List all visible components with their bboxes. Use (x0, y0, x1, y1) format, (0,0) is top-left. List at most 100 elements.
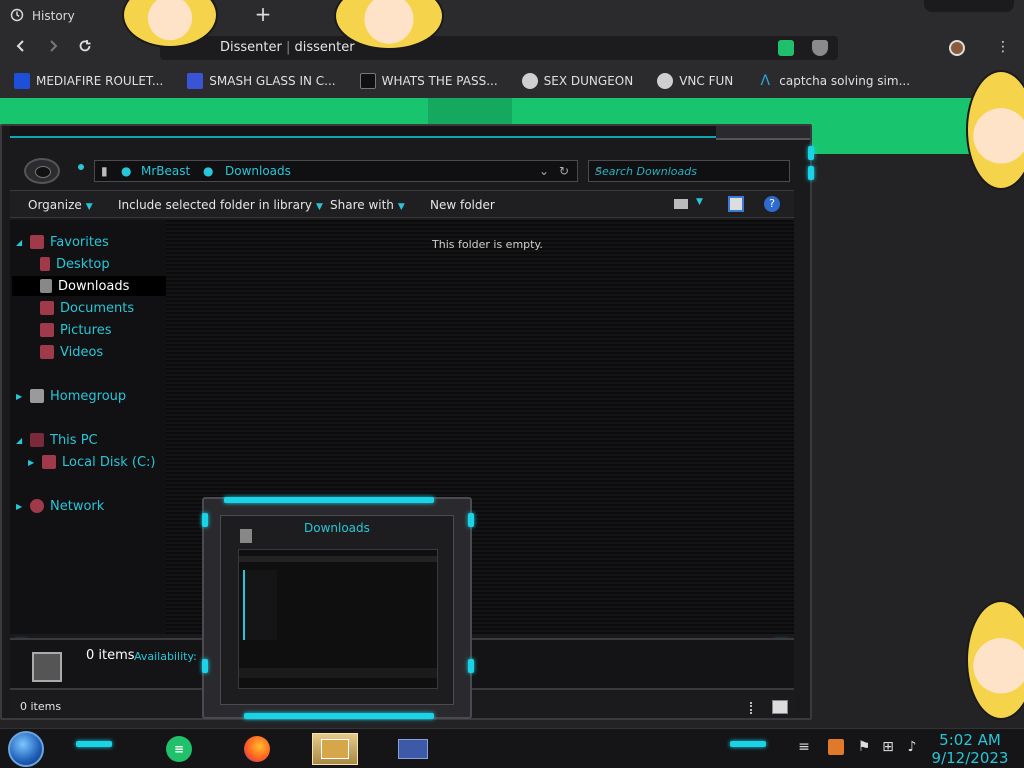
nav-local-disk[interactable]: ▶ Local Disk (C:) (28, 452, 155, 472)
tab-title: History (32, 9, 75, 23)
folder-thumbnail-icon (32, 652, 62, 682)
nav-videos[interactable]: Videos (40, 342, 103, 362)
dissenter-extension-icon[interactable] (778, 40, 794, 56)
details-view-icon[interactable] (750, 702, 754, 714)
taskbar-app-notes[interactable]: ≡ (156, 733, 202, 765)
menu-button[interactable]: ⋮ (996, 38, 1010, 56)
reload-button[interactable] (74, 38, 96, 58)
back-arrow-icon (16, 40, 24, 52)
taskbar-app-firefox[interactable] (234, 733, 280, 765)
window-controls[interactable] (924, 0, 1014, 12)
start-button[interactable] (8, 731, 44, 767)
preview-title: Downloads (304, 521, 370, 535)
mediafire-icon (14, 73, 30, 89)
expand-arrow-icon: ◢ (16, 435, 23, 445)
terminal-icon (359, 73, 376, 89)
explorer-address-bar[interactable]: ▮ ● MrBeast ● Downloads ⌄ ↻ (94, 160, 578, 182)
explorer-title-bar[interactable] (10, 126, 806, 138)
taskbar-app-file-explorer[interactable] (312, 733, 358, 765)
nav-this-pc[interactable]: ◢ This PC (16, 430, 98, 450)
firefox-icon (244, 736, 270, 762)
clock-time: 5:02 AM (939, 731, 1001, 749)
forward-arrow-icon (50, 40, 58, 52)
downloads-icon (40, 279, 52, 293)
frame-accent (202, 513, 208, 527)
frame-accent (244, 713, 434, 719)
frame-accent (468, 513, 474, 527)
bookmark-mediafire[interactable]: MEDIAFIRE ROULET... (14, 73, 163, 89)
chevron-down-icon: ▼ (315, 202, 323, 212)
search-icon[interactable]: ⌕ (595, 163, 783, 177)
view-options-icon[interactable] (674, 199, 688, 209)
app-tray-icon[interactable] (828, 739, 844, 755)
nav-documents[interactable]: Documents (40, 298, 134, 318)
taskbar-app-window[interactable] (390, 733, 436, 765)
bookmark-smash-glass[interactable]: SMASH GLASS IN C... (187, 73, 336, 89)
new-folder-button[interactable]: New folder (430, 198, 495, 212)
explorer-back-button[interactable] (24, 158, 60, 184)
explorer-window-controls[interactable] (716, 126, 810, 140)
nav-network[interactable]: ▶ Network (16, 496, 104, 516)
breadcrumb-mrbeast[interactable]: MrBeast (141, 164, 190, 178)
bookmark-vnc-fun[interactable]: VNC FUN (657, 73, 733, 89)
desktop-icon (40, 257, 50, 271)
show-hidden-icons[interactable]: ≡ (796, 739, 812, 755)
nav-desktop[interactable]: Desktop (40, 254, 110, 274)
include-in-library-button[interactable]: Include selected folder in library ▼ (118, 198, 323, 212)
url-site-name: Dissenter (220, 40, 282, 55)
documents-icon (40, 301, 54, 315)
new-tab-button[interactable]: + (252, 4, 274, 26)
refresh-icon[interactable]: ↻ (559, 164, 569, 178)
nav-pictures[interactable]: Pictures (40, 320, 111, 340)
forward-button[interactable] (42, 38, 64, 58)
frame-accent (224, 497, 434, 503)
url-host: dissenter (294, 40, 355, 55)
powershell-icon (187, 73, 204, 89)
expand-arrow-icon: ▶ (16, 391, 23, 401)
frame-accent (202, 659, 208, 673)
clock-date: 9/12/2023 (931, 749, 1009, 767)
nav-favorites[interactable]: ◢ Favorites (16, 232, 109, 252)
breadcrumb-downloads[interactable]: Downloads (225, 164, 291, 178)
shield-icon[interactable] (812, 40, 828, 56)
address-bar[interactable]: Dissenter | dissenter (160, 36, 838, 60)
notes-icon: ≡ (166, 736, 192, 762)
search-input[interactable]: Search Downloads ⌕ (588, 160, 790, 182)
taskbar-preview[interactable]: Downloads (202, 497, 474, 719)
nav-downloads[interactable]: Downloads (12, 276, 166, 296)
gear-icon (657, 73, 674, 89)
tab-history[interactable]: History (10, 6, 75, 26)
disk-icon (42, 455, 56, 469)
organize-button[interactable]: Organize ▼ (28, 198, 93, 212)
system-clock[interactable]: 5:02 AM 9/12/2023 (930, 731, 1010, 767)
flag-icon[interactable]: ⚑ (856, 739, 872, 755)
chevron-down-icon[interactable]: ▼ (696, 197, 703, 207)
share-with-button[interactable]: Share with ▼ (330, 198, 405, 212)
volume-icon[interactable]: ♪ (904, 739, 920, 755)
chevron-down-icon[interactable]: ⌄ (539, 164, 549, 178)
url-text: Dissenter | dissenter (220, 40, 355, 55)
back-button[interactable] (10, 38, 32, 58)
bookmark-captcha[interactable]: Λ captcha solving sim... (757, 73, 910, 89)
frame-accent (808, 146, 814, 160)
help-icon[interactable]: ? (764, 196, 780, 212)
preview-pane-icon[interactable] (728, 196, 744, 212)
profile-avatar[interactable] (949, 40, 965, 56)
breadcrumb-separator-icon[interactable]: ● (121, 164, 131, 178)
network-icon[interactable]: ⊞ (880, 739, 896, 755)
expand-arrow-icon: ◢ (16, 237, 23, 247)
frame-accent (76, 741, 112, 747)
reload-icon (79, 40, 91, 52)
chevron-down-icon: ▼ (397, 202, 405, 212)
large-icons-view-icon[interactable] (772, 700, 788, 714)
nav-homegroup[interactable]: ▶ Homegroup (16, 386, 126, 406)
page-active-tab[interactable] (428, 98, 512, 126)
details-availability: Availability: (134, 650, 197, 663)
forward-dot-icon[interactable] (78, 164, 84, 170)
bookmark-whats-the-pass[interactable]: WHATS THE PASS... (359, 73, 498, 89)
breadcrumb-separator-icon[interactable]: ● (203, 164, 213, 178)
command-bar: Organize ▼ Include selected folder in lib… (10, 190, 794, 218)
computer-icon (30, 433, 44, 447)
homegroup-icon (30, 389, 44, 403)
bookmark-sex-dungeon[interactable]: SEX DUNGEON (521, 73, 633, 89)
